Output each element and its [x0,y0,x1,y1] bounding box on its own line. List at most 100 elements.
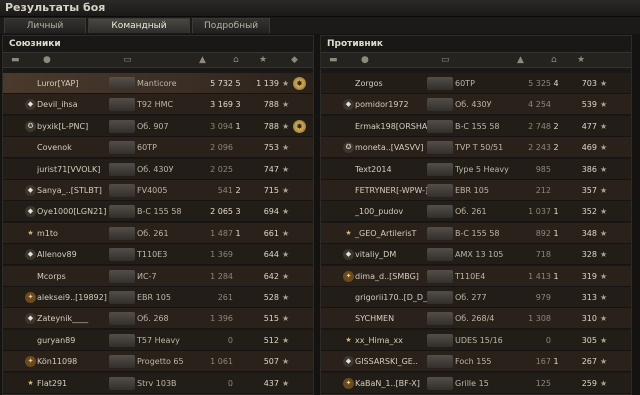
damage-value: 0 [545,335,551,345]
player-icon[interactable]: ● [361,55,369,65]
player-name: Kön11098 [37,357,78,367]
achievement-icon[interactable]: ◆ [291,55,298,65]
table-row[interactable]: FETRYNER[-WPW-] EBR 105 212 357 ★ [321,180,631,201]
tank-name: Об. 268 [137,314,169,324]
table-row[interactable]: ◆ Allenov89 T110E3 1 369 644 ★ [3,244,313,266]
tank-name: Strv 103B [137,378,177,388]
tank-name: Foch 155 [455,357,492,367]
table-row[interactable]: ✦ Kön11098 Progetto 65 1 061 507 ★ [3,351,313,373]
tab-detailed[interactable]: Подробный отчёт [192,18,270,46]
table-row[interactable]: ◆ GISSARSKI_GE.. Foch 155 167 1 267 ★ [321,351,631,373]
clan-icon: ✪ [343,142,354,154]
table-row[interactable]: ★ m1to Об. 261 1 487 1 661 ★ [3,222,313,244]
platoon-icon[interactable]: ▬ [11,55,20,65]
tank-icon[interactable]: ▭ [123,55,132,65]
xp-star-icon: ★ [282,228,290,238]
player-name: vitaliy_DM [355,250,397,260]
table-row[interactable]: ✦ aleksei9..[19892] EBR 105 261 528 ★ [3,287,313,308]
xp-value: 386 [581,164,597,174]
table-row[interactable]: ★ Flat291 Strv 103B 0 437 ★ [3,372,313,394]
damage-value: 3 169 [210,100,233,110]
tank-image [427,119,453,133]
table-row[interactable]: _100_pudov Об. 261 1 037 1 352 ★ [321,201,631,223]
tank-name: Об. 261 [137,228,169,238]
table-row[interactable]: Luror[YAP] Manticore 5 732 5 1 139 ★ ✸ [3,73,313,94]
xp-value: 352 [581,207,597,217]
table-row[interactable]: ◆ Zateynik____ Об. 268 1 396 515 ★ [3,308,313,330]
xp-value: 661 [263,228,279,238]
table-row[interactable]: jurist71[VVOLK] Об. 430У 2 025 747 ★ [3,158,313,180]
xp-value: 512 [263,335,279,345]
tank-name: 60TP [455,79,475,88]
tab-bar: Личный результат Командный результат Под… [0,17,640,46]
table-row[interactable]: Text2014 Type 5 Heavy 985 386 ★ [321,158,631,180]
xp-star-icon: ★ [600,121,608,131]
table-row[interactable]: guryan89 T57 Heavy 0 512 ★ [3,329,313,351]
table-row[interactable]: SYCHMEN Об. 268/4 1 308 310 ★ [321,308,631,330]
xp-value: 328 [581,250,597,260]
diamond-icon: ◆ [343,99,354,111]
xp-star-icon: ★ [600,143,608,153]
tank-name: Об. 430У [137,164,174,174]
table-row[interactable]: ★ xx_Hima_xx UDES 15/16 0 305 ★ [321,329,631,351]
tank-name: B-C 155 58 [137,207,182,217]
player-name: xx_Hima_xx [355,335,403,345]
damage-value: 212 [535,186,551,195]
damage-value: 2 025 [210,164,233,174]
damage-value: 1 396 [210,314,233,324]
tank-image [427,333,453,347]
medal2-icon: ✦ [25,292,36,303]
xp-star-icon: ★ [600,378,608,388]
damage-icon[interactable]: ▲ [517,55,524,65]
table-row[interactable]: grigorii170..[D_D_M] Об. 277 979 313★ [321,287,631,308]
diamond-icon: ◆ [25,99,36,111]
clan-icon: ✪ [25,120,36,132]
player-name: Allenov89 [37,250,77,260]
kills-icon[interactable]: ⌂ [233,55,239,65]
table-row[interactable]: ◆ Sanya_..[STLBT] FV4005 541 2 715 ★ [3,180,313,201]
xp-star-icon: ★ [282,79,290,88]
tank-name: Progetto 65 [137,357,184,367]
tank-image [427,184,453,197]
tank-image [427,376,453,390]
table-row[interactable]: Zorgos 60TP 5 325 4 703 ★ [321,73,631,94]
table-row[interactable]: ✪ byxik[L-PNC] Об. 907 3 094 1 788 ★ ✸ [3,115,313,137]
damage-icon[interactable]: ▲ [199,55,206,65]
tank-image [427,141,453,155]
damage-value: 1 413 [528,271,551,281]
table-row[interactable]: Ermak198[ORSHA] B-C 155 58 2 748 2 477 ★ [321,115,631,137]
tank-image [109,162,135,176]
player-name: Sanya_..[STLBT] [37,186,102,195]
xp-value: 469 [581,143,597,153]
tank-icon[interactable]: ▭ [441,55,450,65]
damage-value: 4 254 [528,100,551,110]
xp-star-icon: ★ [600,164,608,174]
xp-icon[interactable]: ★ [259,55,267,65]
table-row[interactable]: ◆ Devil_ihsa T92 HMC 3 169 3 788 ★ [3,94,313,116]
table-row[interactable]: ◆ Oye1000[LGN21] B-C 155 58 2 065 3 694 ★ [3,201,313,223]
damage-value: 125 [535,378,551,388]
kills-icon[interactable]: ⌂ [551,55,557,65]
table-row[interactable]: Covenok 60TP 2 096 753 ★ [3,137,313,159]
table-row[interactable]: ◆ vitaliy_DM AMX 13 105 718 328 ★ [321,244,631,266]
xp-icon[interactable]: ★ [577,55,585,65]
xp-value: 310 [581,314,597,324]
xp-star-icon: ★ [282,121,290,131]
table-row[interactable]: ◆ pomidor1972 Об. 430У 4 254 539 ★ [321,94,631,116]
player-icon[interactable]: ● [43,55,51,65]
xp-star-icon: ★ [282,378,290,388]
table-row[interactable]: ✪ moneta..[VASVV] TVP T 50/51 2 243 2 469 ★ [321,137,631,159]
tab-team[interactable]: Командный результат [88,18,190,46]
table-row[interactable]: ✦ dima_d..[SMBG] T110E4 1 413 1 319 ★ [321,265,631,287]
table-row[interactable]: Mcorps ИС-7 1 284 642 ★ [3,265,313,287]
xp-value: 348 [581,228,597,238]
xp-value: 528 [263,293,279,302]
xp-value: 313 [581,293,597,302]
tank-image [109,312,135,326]
tab-personal[interactable]: Личный результат [4,18,86,46]
table-row[interactable]: ✦ KaBaN_1..[BF-X] Grille 15 125 259 ★ [321,372,631,394]
table-row[interactable]: ★ _GEO_ArtilerisT B-C 155 58 892 1 348 ★ [321,222,631,244]
platoon-icon[interactable]: ▬ [329,55,338,65]
damage-value: 2 243 [528,143,551,153]
tank-image [427,226,453,240]
